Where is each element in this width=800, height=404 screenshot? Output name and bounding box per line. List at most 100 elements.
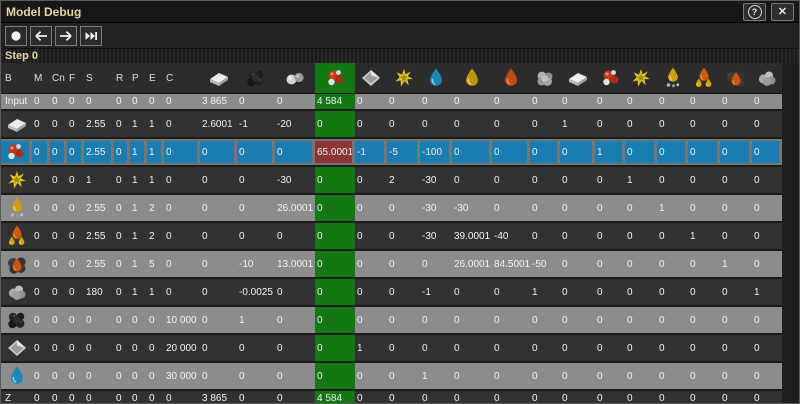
cell-heavy-oil-drop: 0 (492, 111, 530, 137)
cell-sulfur-b: 0 (625, 251, 657, 277)
cell-coal: 1 (237, 307, 275, 333)
cell-heavy-oil-drop: 0 (492, 307, 530, 333)
step-back-button[interactable] (30, 26, 52, 46)
table-row-orange-drops[interactable]: 0002.550120000000-3039.0001-4000000100 (1, 223, 782, 251)
cell-S: 180 (84, 279, 114, 305)
cell-white-plate-b: 0 (560, 307, 595, 333)
cell-orange-drops: 1 (688, 223, 720, 249)
cell-heavy-oil-drop: 0 (492, 141, 530, 163)
table-row-steel-plate[interactable]: 000000020 00000001000000000000 (1, 335, 782, 363)
cell-steel-plate: 0 (355, 391, 387, 404)
cell-white-plate-b: 0 (560, 363, 595, 389)
cell-white-plate-b: 0 (560, 167, 595, 193)
run-to-end-icon (81, 26, 101, 46)
table-row-sulfur[interactable]: 0001011000-30002-300000010000 (1, 167, 782, 195)
close-button[interactable]: ✕ (771, 3, 794, 21)
cell-water-drop: 1 (420, 363, 452, 389)
col-header-white-plate (200, 63, 237, 93)
cell-M: 0 (32, 279, 50, 305)
cell-burner-drop: 0 (720, 195, 752, 221)
help-icon: ? (748, 5, 762, 19)
row-icon-steel-plate (1, 335, 32, 361)
table-row-white-plate[interactable]: 0002.5501102.6001-1-2000000001000000 (1, 111, 782, 139)
cell-oil-drop-dots: 0 (657, 141, 688, 163)
record-button[interactable] (5, 26, 27, 46)
row-icon-water-drop (1, 363, 32, 389)
step-header: Step 0 (1, 49, 799, 63)
cell-steel-plate: 0 (355, 279, 387, 305)
cell-oil-drop: 0 (452, 335, 492, 361)
table-row-coal[interactable]: 000000010 00001000000000000000 (1, 307, 782, 335)
cell-water-drop: 0 (420, 111, 452, 137)
cell-E: 1 (147, 167, 164, 193)
cell-C: 0 (164, 251, 200, 277)
cell-stone: 0 (530, 223, 560, 249)
table-row-oil-drop-dots[interactable]: 0002.5501200026.0001000-30-30000001000 (1, 195, 782, 223)
table-row-z[interactable]: Z000000003 865004 5840000000000000 (1, 391, 782, 404)
cell-coal: 0 (237, 94, 275, 109)
cell-F: 0 (67, 307, 84, 333)
cell-gray-ore: -20 (275, 111, 315, 137)
cell-S: 2.55 (84, 195, 114, 221)
cell-coal: 0 (237, 391, 275, 404)
run-to-end-button[interactable] (80, 26, 102, 46)
step-forward-button[interactable] (55, 26, 77, 46)
cell-coal: 0 (237, 363, 275, 389)
cell-sulfur-b: 0 (625, 307, 657, 333)
row-icon-orange-drops (1, 223, 32, 249)
cell-oil-drop: -30 (452, 195, 492, 221)
cell-white-plate-b: 0 (560, 195, 595, 221)
cell-heavy-oil-drop: 0 (492, 279, 530, 305)
cell-burner-drop: 0 (720, 307, 752, 333)
cell-white-plate: 0 (200, 251, 237, 277)
cell-white-plate-b: 0 (560, 94, 595, 109)
cell-stone: 0 (530, 94, 560, 109)
row-label: Input (1, 94, 32, 109)
cell-burner-drop: 0 (720, 223, 752, 249)
cell-gray-ore: 0 (275, 391, 315, 404)
table-row-burner-drop[interactable]: 0002.5501500-1013.0001000026.000184.5001… (1, 251, 782, 279)
cell-C: 0 (164, 391, 200, 404)
table-row-smoke[interactable]: 00018001100-0.00250000-10010000001 (1, 279, 782, 307)
cell-steel-plate: 0 (355, 195, 387, 221)
cell-F: 0 (67, 391, 84, 404)
col-header-water-drop (420, 63, 452, 93)
cell-C: 0 (164, 141, 200, 163)
cell-R: 0 (114, 363, 130, 389)
oil-drop-icon (460, 66, 484, 90)
cell-oil-drop: 0 (452, 141, 492, 163)
col-header-heavy-oil-drop (492, 63, 530, 93)
title-bar[interactable]: Model Debug ? ✕ (1, 1, 799, 23)
cell-red-molecule: 0 (315, 251, 355, 277)
cell-coal: -10 (237, 251, 275, 277)
cell-steel-plate: -1 (355, 141, 387, 163)
step-forward-icon (56, 26, 76, 46)
cell-oil-drop: 26.0001 (452, 251, 492, 277)
cell-S: 2.55 (84, 111, 114, 137)
heavy-oil-drop-icon (499, 66, 523, 90)
cell-S: 2.55 (84, 251, 114, 277)
cell-sulfur: 0 (387, 335, 420, 361)
coal-icon (244, 66, 268, 90)
cell-coal: 0 (237, 335, 275, 361)
cell-sulfur: -5 (387, 141, 420, 163)
cell-sulfur: 0 (387, 391, 420, 404)
cell-E: 0 (147, 335, 164, 361)
cell-red-molecule-b: 0 (595, 94, 625, 109)
help-button[interactable]: ? (743, 3, 766, 21)
table-row-water-drop[interactable]: 000000030 00000000010000000000 (1, 363, 782, 391)
cell-steel-plate: 0 (355, 223, 387, 249)
cell-Cn: 0 (50, 223, 67, 249)
cell-C: 0 (164, 223, 200, 249)
cell-sulfur: 0 (387, 251, 420, 277)
cell-white-plate: 2.6001 (200, 111, 237, 137)
col-header-sulfur (387, 63, 420, 93)
col-header-R: R (114, 63, 130, 93)
smoke-icon (5, 280, 29, 304)
cell-oil-drop-dots: 0 (657, 335, 688, 361)
cell-C: 0 (164, 94, 200, 109)
table-row-red-molecule[interactable]: 0002.55011000065.0001-1-5-1000000100000 (1, 139, 782, 167)
table-row-input[interactable]: Input000000003 865004 5840000000000000 (1, 94, 782, 111)
cell-F: 0 (67, 111, 84, 137)
cell-red-molecule: 0 (315, 111, 355, 137)
